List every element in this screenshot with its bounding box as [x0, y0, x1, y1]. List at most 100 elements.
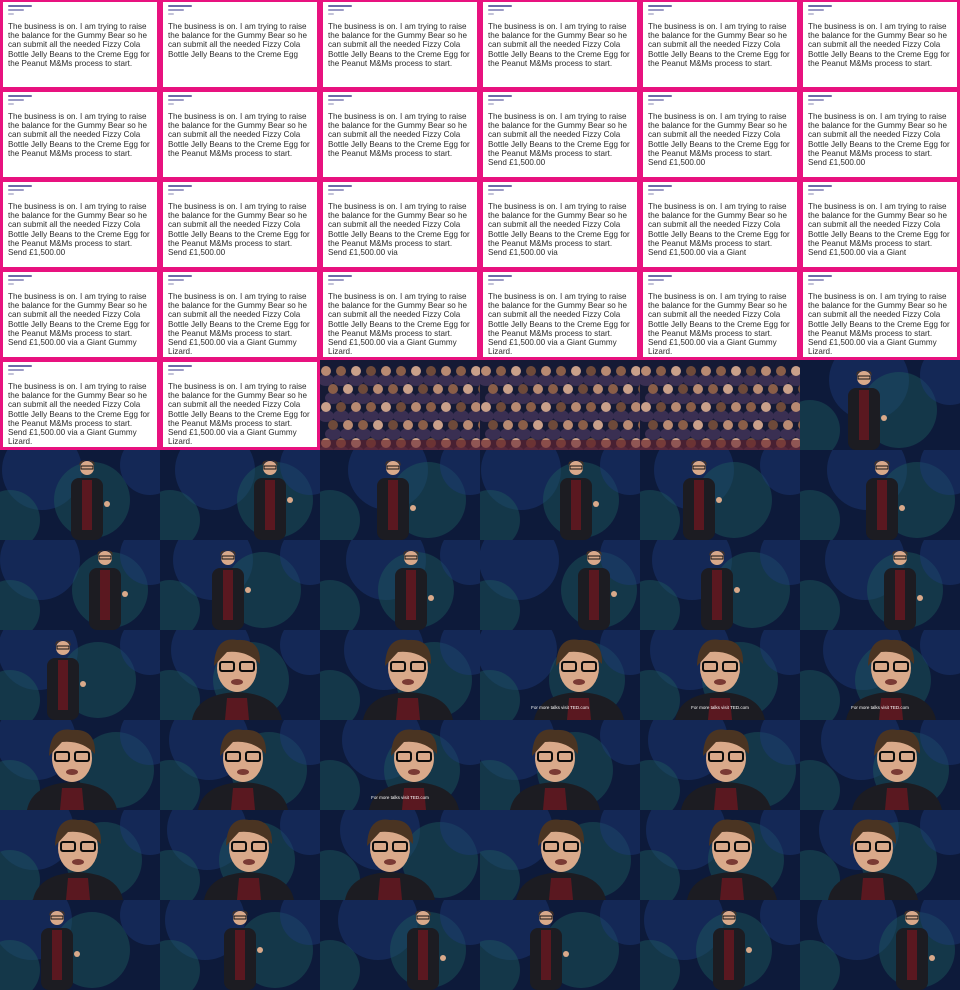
audience-face [321, 402, 331, 412]
audience-face [578, 384, 588, 394]
audience-face [358, 384, 368, 394]
speaker-frame [800, 720, 960, 810]
speaker-shirt [378, 878, 402, 900]
audience-face [746, 366, 756, 376]
frame-illustration [480, 450, 640, 540]
audience-face [641, 366, 651, 376]
audience-face [366, 366, 376, 376]
audience-face [343, 384, 353, 394]
email-card: The business is on. I am trying to raise… [643, 2, 797, 87]
audience-face [481, 402, 491, 412]
audience-face [481, 366, 491, 376]
speaker-mouth [231, 679, 243, 685]
email-card: The business is on. I am trying to raise… [643, 182, 797, 267]
speaker-shirt [714, 788, 738, 810]
email-date-line [808, 193, 814, 195]
audience-face [608, 420, 618, 430]
audience-face [518, 420, 528, 430]
audience-face [641, 402, 651, 412]
speaker-shirt [82, 480, 92, 530]
audience-face [608, 384, 618, 394]
frame-illustration [480, 360, 640, 450]
audience-face [456, 402, 466, 412]
frame-illustration [320, 810, 480, 900]
frame-illustration [320, 540, 480, 630]
audience-face [556, 366, 566, 376]
audience-face [776, 402, 786, 412]
audience-face [373, 384, 383, 394]
speaker-frame [320, 450, 480, 540]
email-message-text: The business is on. I am trying to raise… [8, 112, 150, 158]
speaker-shirt [571, 480, 581, 530]
email-frame: The business is on. I am trying to raise… [480, 270, 640, 360]
email-sender-line [168, 185, 192, 187]
audience-face [556, 402, 566, 412]
email-card: The business is on. I am trying to raise… [483, 2, 637, 87]
frame-illustration [0, 810, 160, 900]
audience-face [623, 420, 633, 430]
email-frame: The business is on. I am trying to raise… [0, 90, 160, 180]
email-message-text: The business is on. I am trying to raise… [8, 22, 150, 68]
audience-face [586, 366, 596, 376]
audience-face [616, 366, 626, 376]
ted-subtitle: For more talks visit TED.com [371, 795, 429, 800]
audience-face [328, 384, 338, 394]
audience-face [753, 384, 763, 394]
audience-seats [480, 440, 640, 450]
speaker-hand [428, 595, 434, 601]
speaker-hand [122, 591, 128, 597]
email-date-line [488, 283, 494, 285]
email-card: The business is on. I am trying to raise… [643, 92, 797, 177]
speaker-shirt [543, 788, 567, 810]
email-message-text: The business is on. I am trying to raise… [808, 22, 950, 68]
speaker-frame [160, 450, 320, 540]
audience-face [336, 366, 346, 376]
audience-face [761, 366, 771, 376]
audience-face [456, 366, 466, 376]
email-message-text: The business is on. I am trying to raise… [488, 202, 630, 258]
email-date-line [168, 103, 174, 105]
email-subject-line [328, 9, 344, 11]
email-frame: The business is on. I am trying to raise… [0, 270, 160, 360]
audience-face [426, 402, 436, 412]
audience-frame [480, 360, 640, 450]
audience-face [678, 420, 688, 430]
speaker-frame [640, 810, 800, 900]
email-frame: The business is on. I am trying to raise… [160, 360, 320, 450]
audience-face [351, 366, 361, 376]
frame-illustration [480, 810, 640, 900]
speaker-frame [800, 540, 960, 630]
speaker-frame [320, 810, 480, 900]
audience-face [488, 420, 498, 430]
speaker-head [98, 551, 112, 565]
email-sender-line [648, 185, 672, 187]
email-frame: The business is on. I am trying to raise… [160, 270, 320, 360]
audience-face [321, 366, 331, 376]
email-message-text: The business is on. I am trying to raise… [648, 292, 790, 357]
audience-face [708, 384, 718, 394]
speaker-head [692, 461, 706, 475]
speaker-frame [320, 630, 480, 720]
speaker-hand [881, 415, 887, 421]
email-date-line [8, 193, 14, 195]
email-sender-line [808, 185, 832, 187]
frame-illustration [0, 540, 160, 630]
audience-face [701, 366, 711, 376]
speaker-mouth [867, 859, 879, 865]
email-subject-line [648, 279, 664, 281]
speaker-mouth [384, 859, 396, 865]
speaker-head [569, 461, 583, 475]
speaker-shirt [235, 930, 245, 980]
speaker-shirt [712, 570, 722, 620]
email-sender-line [648, 95, 672, 97]
frame-illustration [160, 900, 320, 990]
email-message-text: The business is on. I am trying to raise… [328, 22, 470, 68]
email-subject-line [168, 189, 184, 191]
speaker-head [539, 911, 553, 925]
frame-illustration [0, 630, 160, 720]
email-frame: The business is on. I am trying to raise… [160, 0, 320, 90]
audience-face [503, 384, 513, 394]
speaker-hand [80, 681, 86, 687]
frame-illustration [0, 720, 160, 810]
speaker-frame [800, 360, 960, 450]
